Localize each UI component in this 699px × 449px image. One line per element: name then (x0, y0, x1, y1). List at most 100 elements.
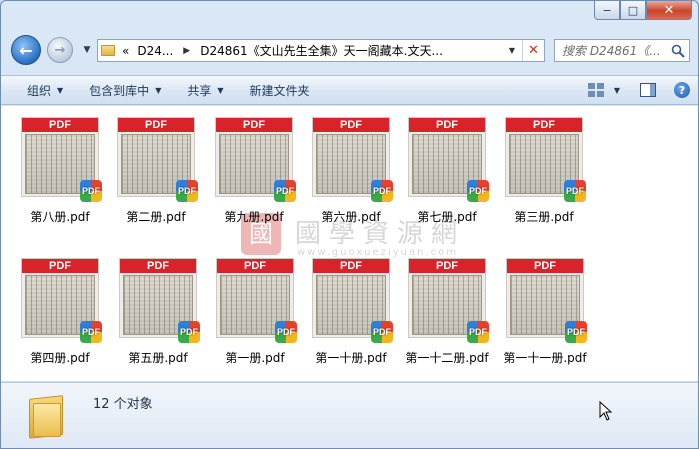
file-name[interactable]: 第一十册.pdf (300, 349, 402, 366)
address-overflow[interactable]: « (118, 44, 133, 58)
explorer-window: − □ ✕ ← → ▼ « D24... ▶ D24861《文山先生全集》天一阁… (0, 0, 699, 449)
file-item[interactable]: PDF PDF 第一十二册.pdf (402, 251, 492, 369)
back-arrow-icon: ← (19, 40, 33, 60)
maximize-button[interactable]: □ (620, 1, 646, 20)
organize-label: 组织 (27, 83, 52, 98)
pdf-badge-label: PDF (82, 186, 100, 196)
pdf-thumbnail-label: PDF (313, 259, 389, 273)
forward-button[interactable]: → (47, 37, 73, 63)
pdf-badge-label: PDF (469, 327, 487, 337)
recent-pages-dropdown[interactable]: ▼ (81, 44, 93, 56)
pdf-thumbnail-label: PDF (506, 118, 582, 132)
chevron-down-icon: ▼ (57, 85, 64, 95)
file-item[interactable]: PDF PDF 第四册.pdf (15, 251, 105, 369)
clear-address-icon[interactable]: ✕ (522, 40, 544, 61)
pdf-badge-label: PDF (276, 186, 294, 196)
pdf-thumbnail-label: PDF (118, 118, 194, 132)
preview-pane-icon[interactable] (640, 83, 656, 97)
back-button[interactable]: ← (11, 35, 41, 65)
pdf-app-icon: PDF (275, 321, 297, 343)
pdf-thumbnail-label: PDF (409, 259, 485, 273)
include-in-library-button[interactable]: 包含到库中 ▼ (76, 76, 174, 104)
details-pane: 12 个对象 (1, 382, 698, 448)
close-button[interactable]: ✕ (646, 1, 692, 20)
file-item[interactable]: PDF PDF 第六册.pdf (306, 110, 396, 228)
mouse-cursor-icon (599, 401, 613, 421)
file-item[interactable]: PDF PDF 第五册.pdf (113, 251, 203, 369)
navigation-row: ← → ▼ « D24... ▶ D24861《文山先生全集》天一阁藏本.文天.… (1, 31, 698, 71)
minimize-button[interactable]: − (594, 1, 620, 20)
pdf-app-icon: PDF (274, 180, 296, 202)
pdf-app-icon: PDF (565, 321, 587, 343)
pdf-app-icon: PDF (80, 180, 102, 202)
caption-buttons: − □ ✕ (594, 1, 692, 20)
file-name[interactable]: 第七册.pdf (396, 208, 498, 225)
file-name[interactable]: 第二册.pdf (105, 208, 207, 225)
address-dropdown-icon[interactable]: ▼ (504, 40, 520, 61)
new-folder-button[interactable]: 新建文件夹 (237, 76, 323, 104)
folder-icon (27, 393, 65, 439)
file-item[interactable]: PDF PDF 第一册.pdf (210, 251, 300, 369)
file-item[interactable]: PDF PDF 第一十册.pdf (306, 251, 396, 369)
pdf-app-icon: PDF (178, 321, 200, 343)
change-view-icon[interactable] (587, 83, 604, 97)
help-icon[interactable]: ? (674, 82, 690, 98)
pdf-thumbnail-label: PDF (507, 259, 583, 273)
file-name[interactable]: 第八册.pdf (9, 208, 111, 225)
organize-button[interactable]: 组织 ▼ (1, 76, 76, 104)
breadcrumb-current[interactable]: D24861《文山先生全集》天一阁藏本.文天... (196, 42, 447, 59)
view-controls: ▼ ? (587, 76, 690, 104)
file-name[interactable]: 第一十一册.pdf (494, 349, 596, 366)
pdf-app-icon: PDF (467, 321, 489, 343)
file-item[interactable]: PDF PDF 第一十一册.pdf (500, 251, 590, 369)
new-folder-label: 新建文件夹 (249, 83, 310, 98)
pdf-badge-label: PDF (180, 327, 198, 337)
pdf-app-icon: PDF (80, 321, 102, 343)
pdf-thumbnail-label: PDF (409, 118, 485, 132)
chevron-right-icon[interactable]: ▶ (177, 46, 196, 56)
pdf-thumbnail-label: PDF (217, 259, 293, 273)
pdf-badge-label: PDF (566, 186, 584, 196)
folder-icon (98, 40, 118, 61)
file-item[interactable]: PDF PDF 第二册.pdf (111, 110, 201, 228)
pdf-badge-label: PDF (82, 327, 100, 337)
share-button[interactable]: 共享 ▼ (174, 76, 236, 104)
pdf-thumbnail-label: PDF (22, 118, 98, 132)
file-item[interactable]: PDF PDF 第七册.pdf (402, 110, 492, 228)
pdf-thumbnail-label: PDF (216, 118, 292, 132)
search-icon[interactable] (671, 44, 685, 58)
file-name[interactable]: 第一十二册.pdf (396, 349, 498, 366)
command-bar: 组织 ▼ 包含到库中 ▼ 共享 ▼ 新建文件夹 ▼ ? (1, 75, 698, 105)
pdf-app-icon: PDF (371, 321, 393, 343)
file-list[interactable]: 國 國學資源網 www.guoxueziyuan.com PDF PDF 第八册… (1, 106, 698, 381)
forward-arrow-icon: → (54, 42, 66, 58)
pdf-thumbnail-label: PDF (120, 259, 196, 273)
file-name[interactable]: 第六册.pdf (300, 208, 402, 225)
pdf-app-icon: PDF (467, 180, 489, 202)
pdf-badge-label: PDF (567, 327, 585, 337)
include-in-library-label: 包含到库中 (89, 83, 150, 98)
file-name[interactable]: 第四册.pdf (9, 349, 111, 366)
pdf-badge-label: PDF (373, 186, 391, 196)
address-bar[interactable]: « D24... ▶ D24861《文山先生全集》天一阁藏本.文天... ▼ ✕ (97, 39, 545, 62)
file-item[interactable]: PDF PDF 第九册.pdf (209, 110, 299, 228)
search-input[interactable]: 搜索 D24861《... (554, 39, 690, 62)
pdf-badge-label: PDF (277, 327, 295, 337)
file-name[interactable]: 第一册.pdf (204, 349, 306, 366)
pdf-thumbnail-label: PDF (313, 118, 389, 132)
file-item[interactable]: PDF PDF 第三册.pdf (499, 110, 589, 228)
search-placeholder: 搜索 D24861《... (562, 44, 661, 58)
pdf-badge-label: PDF (178, 186, 196, 196)
item-count: 12 个对象 (93, 397, 153, 412)
chevron-down-icon: ▼ (155, 85, 162, 95)
breadcrumb-parent[interactable]: D24... (133, 44, 177, 58)
file-name[interactable]: 第九册.pdf (203, 208, 305, 225)
pdf-thumbnail-label: PDF (22, 259, 98, 273)
file-item[interactable]: PDF PDF 第八册.pdf (15, 110, 105, 228)
pdf-badge-label: PDF (373, 327, 391, 337)
file-name[interactable]: 第三册.pdf (493, 208, 595, 225)
view-dropdown-icon[interactable]: ▼ (614, 86, 620, 95)
pdf-app-icon: PDF (371, 180, 393, 202)
share-label: 共享 (187, 83, 212, 98)
file-name[interactable]: 第五册.pdf (107, 349, 209, 366)
